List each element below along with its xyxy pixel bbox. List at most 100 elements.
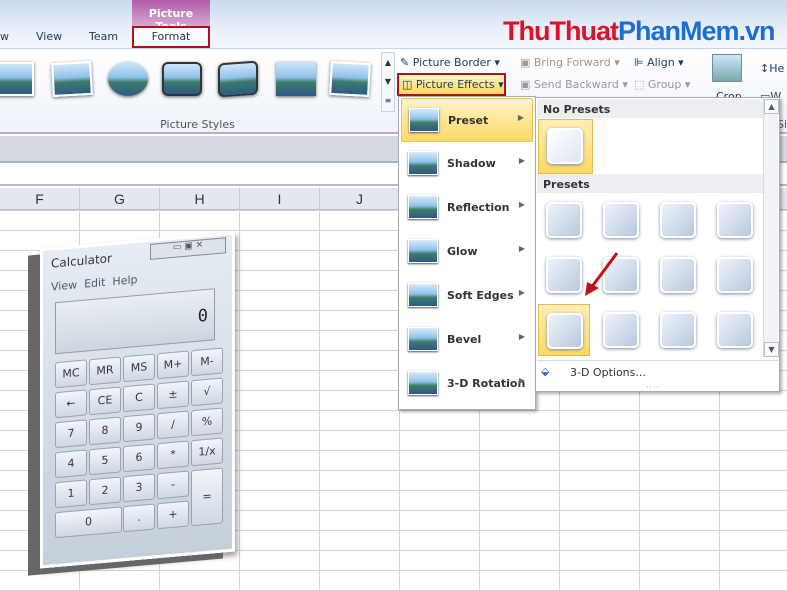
calculator-key: C — [123, 383, 155, 413]
effects-menu-item-3-d-rotation[interactable]: 3-D Rotation ▶ — [401, 362, 533, 406]
preset-option[interactable] — [709, 249, 761, 301]
effect-thumbnail-icon — [408, 327, 438, 351]
3d-options-label: 3-D Options... — [570, 366, 646, 379]
column-header-j[interactable]: J — [320, 188, 400, 210]
effects-icon: ◫ — [402, 78, 416, 91]
3d-options-item[interactable]: ⬙ 3-D Options... — [537, 360, 778, 384]
picture-style-thumb[interactable] — [162, 62, 202, 96]
watermark-logo: ThuThuatPhanMem.vn — [503, 16, 776, 46]
calculator-key: + — [157, 500, 189, 530]
chevron-right-icon: ▶ — [518, 288, 525, 297]
effect-thumbnail-icon — [408, 151, 438, 175]
picture-style-thumb[interactable] — [0, 62, 34, 96]
preset-option[interactable] — [538, 194, 590, 246]
effects-menu-item-bevel[interactable]: Bevel ▶ — [401, 318, 533, 362]
crop-icon[interactable] — [712, 54, 742, 82]
picture-effects-menu: Preset ▶ Shadow ▶ Reflection ▶ Glow ▶ Soft Edges… — [398, 96, 536, 410]
tab-format[interactable]: Format — [132, 26, 210, 48]
picture-effects-button[interactable]: ◫ Picture Effects ▾ — [397, 73, 506, 96]
tab-view[interactable]: View — [36, 30, 62, 43]
calculator-menu: View Edit Help — [51, 273, 138, 294]
preset-option[interactable] — [652, 249, 704, 301]
chevron-right-icon: ▶ — [517, 113, 524, 122]
menu-item-label: Preset — [448, 114, 489, 127]
calculator-key: CE — [89, 386, 121, 416]
menu-item-label: Reflection — [447, 201, 510, 214]
calculator-key: 4 — [55, 449, 87, 479]
picture-border-button[interactable]: ✎ Picture Border ▾ — [400, 56, 500, 69]
calculator-key: 1/x — [191, 437, 223, 467]
height-field[interactable]: ↕He — [760, 62, 784, 75]
preset-option[interactable] — [652, 304, 704, 356]
scroll-down-button[interactable]: ▼ — [764, 342, 779, 357]
align-button[interactable]: ⊫ Align ▾ — [634, 56, 684, 69]
effects-menu-item-preset[interactable]: Preset ▶ — [401, 98, 533, 142]
gallery-scroll[interactable]: ▲ ▼ ≡ — [381, 52, 395, 112]
tab-review-partial[interactable]: w — [0, 30, 9, 43]
scroll-up-button[interactable]: ▲ — [764, 99, 779, 114]
preset-submenu: No Presets Presets ▲ ▼ ⬙ 3-D Options... … — [535, 97, 780, 392]
calculator-key: . — [123, 503, 155, 533]
chevron-right-icon: ▶ — [518, 376, 525, 385]
picture-style-thumb[interactable] — [329, 60, 371, 98]
picture-style-thumb[interactable] — [51, 60, 93, 98]
calculator-key: 1 — [55, 479, 87, 509]
menu-item-label: Shadow — [447, 157, 496, 170]
calculator-key: M+ — [157, 350, 189, 380]
preset-option[interactable] — [538, 304, 590, 356]
effect-thumbnail-icon — [408, 239, 438, 263]
bring-forward-button[interactable]: ▣ Bring Forward ▾ — [520, 56, 620, 69]
menu-item-label: Bevel — [447, 333, 482, 346]
effects-menu-item-soft-edges[interactable]: Soft Edges ▶ — [401, 274, 533, 318]
calculator-key: 0 — [55, 506, 122, 539]
gallery-scrollbar[interactable]: ▲ ▼ — [763, 99, 779, 357]
calculator-key: = — [191, 467, 223, 527]
calculator-key: 7 — [55, 419, 87, 449]
column-header-h[interactable]: H — [160, 188, 240, 210]
calculator-key: MS — [123, 353, 155, 383]
effects-menu-item-glow[interactable]: Glow ▶ — [401, 230, 533, 274]
resize-grip[interactable]: ···· — [646, 383, 660, 392]
effects-menu-item-shadow[interactable]: Shadow ▶ — [401, 142, 533, 186]
preset-option[interactable] — [595, 304, 647, 356]
column-header-f[interactable]: F — [0, 188, 80, 210]
menu-item-label: Soft Edges — [447, 289, 514, 302]
effects-menu-item-reflection[interactable]: Reflection ▶ — [401, 186, 533, 230]
effect-thumbnail-icon — [408, 195, 438, 219]
preset-option[interactable] — [709, 194, 761, 246]
preset-option[interactable] — [652, 194, 704, 246]
column-header-i[interactable]: I — [240, 188, 320, 210]
menu-item-label: 3-D Rotation — [447, 377, 526, 390]
calculator-picture[interactable]: Calculator ▭ ▣ ✕ View Edit Help 0 MC MR MS… — [40, 231, 235, 569]
calculator-key: 9 — [123, 413, 155, 443]
calculator-key: 8 — [89, 416, 121, 446]
calculator-key: * — [157, 440, 189, 470]
chevron-right-icon: ▶ — [518, 332, 525, 341]
presets-header: Presets — [537, 174, 763, 193]
preset-option[interactable] — [709, 304, 761, 356]
calculator-key: - — [157, 470, 189, 500]
calculator-key: % — [191, 407, 223, 437]
tab-team[interactable]: Team — [89, 30, 118, 43]
effect-thumbnail-icon — [408, 371, 438, 395]
calculator-title: Calculator — [51, 251, 112, 271]
picture-styles-group-label: Picture Styles — [160, 118, 235, 131]
calculator-key: ± — [157, 380, 189, 410]
preset-option[interactable] — [595, 194, 647, 246]
calculator-key: 2 — [89, 476, 121, 506]
chevron-right-icon: ▶ — [518, 244, 525, 253]
preset-none[interactable] — [538, 119, 593, 174]
calculator-key: MC — [55, 359, 87, 389]
picture-style-thumb[interactable] — [108, 62, 148, 96]
group-button[interactable]: ⬚ Group ▾ — [634, 78, 690, 91]
calculator-key: 5 — [89, 446, 121, 476]
picture-style-thumb[interactable] — [276, 62, 316, 96]
chevron-right-icon: ▶ — [518, 156, 525, 165]
3d-options-icon: ⬙ — [541, 365, 550, 378]
picture-style-thumb[interactable] — [218, 60, 258, 98]
send-backward-button[interactable]: ▣ Send Backward ▾ — [520, 78, 628, 91]
calculator-key: 3 — [123, 473, 155, 503]
menu-item-label: Glow — [447, 245, 478, 258]
column-header-g[interactable]: G — [80, 188, 160, 210]
ribbon-tab-bar: w View Team Picture Tools Format ThuThua… — [0, 0, 787, 48]
